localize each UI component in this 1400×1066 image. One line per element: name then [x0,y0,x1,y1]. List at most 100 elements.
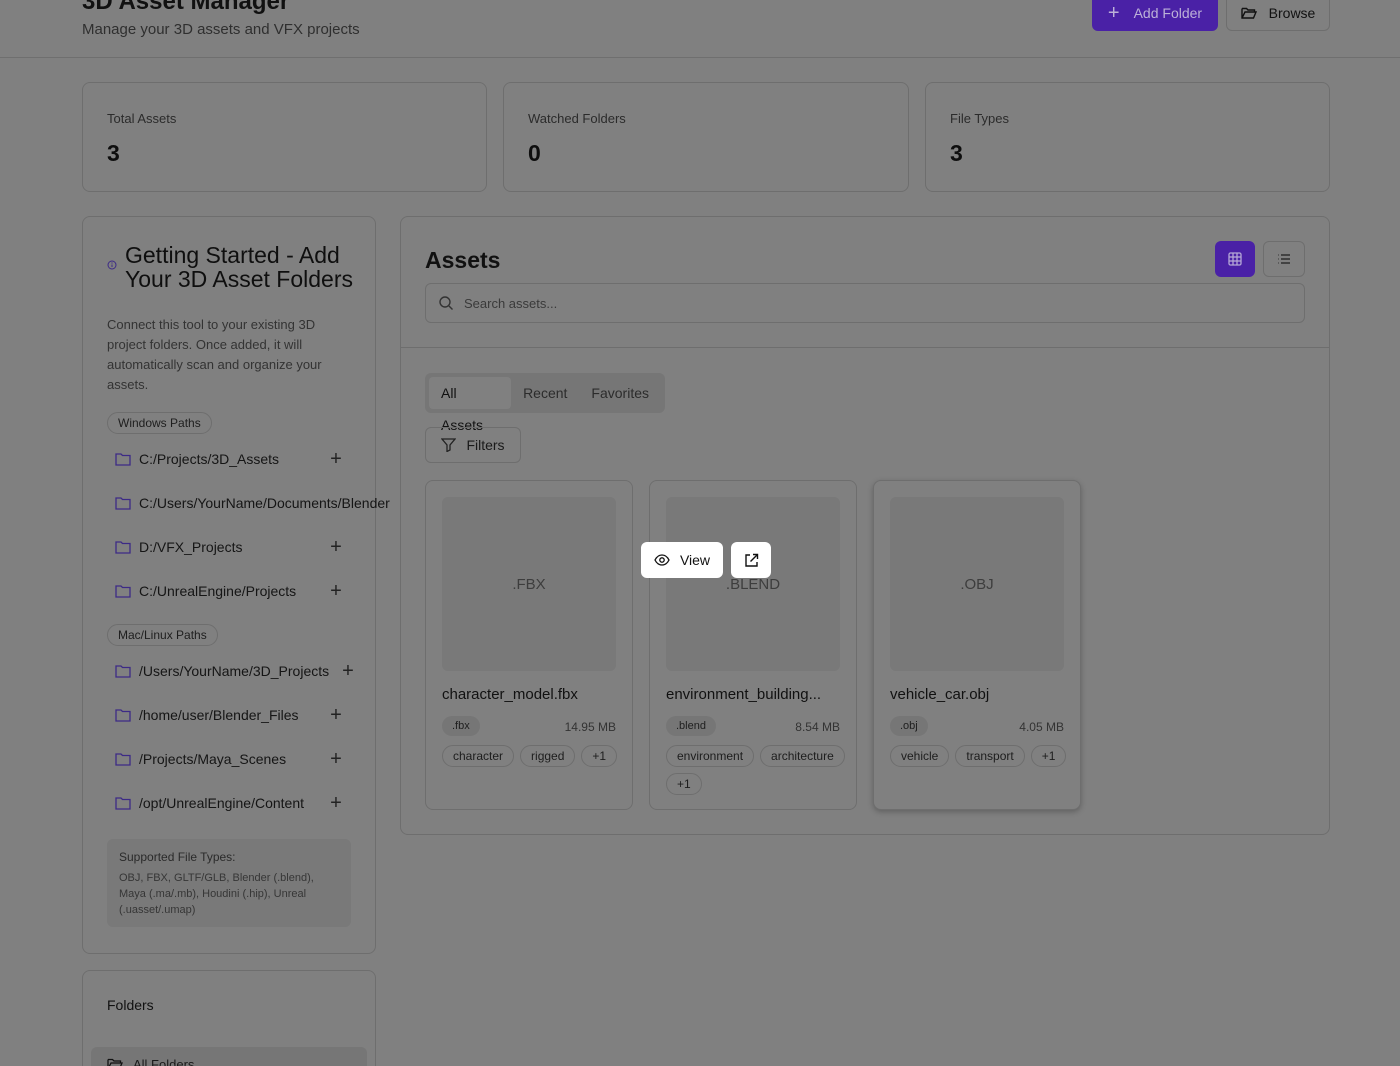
folders-title: Folders [107,997,154,1013]
stat-label: Watched Folders [528,111,626,126]
all-folders-item[interactable]: All Folders [91,1047,367,1066]
asset-tag[interactable]: character [442,745,515,767]
browse-button[interactable]: Browse [1226,0,1330,31]
path-suggestion[interactable]: C:/Users/YourName/Documents/Blender [115,491,390,515]
asset-tag[interactable]: architecture [760,745,845,767]
asset-extension: .blend [666,716,716,736]
eye-icon [654,554,670,566]
add-path-icon[interactable]: + [329,749,343,769]
path-suggestion[interactable]: C:/UnrealEngine/Projects [115,579,296,603]
add-path-icon[interactable]: + [329,449,343,469]
folder-open-icon [1240,7,1257,19]
folder-icon [115,797,131,810]
add-folder-button[interactable]: + Add Folder [1092,0,1218,31]
asset-tag[interactable]: environment [666,745,755,767]
path-suggestion[interactable]: /Users/YourName/3D_Projects [115,659,329,683]
folder-icon [115,709,131,722]
path-label: /opt/UnrealEngine/Content [139,795,304,811]
asset-card[interactable]: .OBJ vehicle_car.obj .obj 4.05 MB vehicl… [873,480,1081,810]
stat-value: 3 [107,140,120,166]
asset-tag-more[interactable]: +1 [666,773,702,795]
asset-extension: .fbx [442,716,480,736]
assets-title: Assets [425,247,501,273]
list-view-button[interactable] [1263,241,1305,277]
asset-tag-more[interactable]: +1 [1030,745,1067,767]
tab-all-assets[interactable]: All Assets [429,377,512,433]
getting-started-title: Getting Started - Add Your 3D Asset Fold… [125,242,353,292]
asset-thumbnail: .BLEND [666,497,840,671]
grid-view-button[interactable] [1215,241,1255,277]
asset-tag-more[interactable]: +1 [581,745,618,767]
tab-favorites[interactable]: Favorites [579,377,661,409]
grid-icon [1228,252,1242,266]
folder-icon [115,753,131,766]
stat-total-assets: Total Assets 3 [82,82,487,192]
add-path-icon[interactable]: + [329,793,343,813]
stat-label: File Types [950,111,1010,126]
asset-size: 8.54 MB [795,720,840,734]
stat-label: Total Assets [107,111,177,126]
filters-button[interactable]: Filters [425,427,521,463]
external-link-icon [744,553,758,567]
folder-icon [115,541,131,554]
path-label: C:/Users/YourName/Documents/Blender [139,495,390,511]
stat-value: 3 [950,140,963,166]
path-label: /home/user/Blender_Files [139,707,299,723]
add-path-icon[interactable]: + [341,661,355,681]
asset-tag[interactable]: transport [955,745,1025,767]
search-icon [439,296,453,310]
mac-linux-paths-badge: Mac/Linux Paths [107,624,218,646]
folder-icon [115,665,131,678]
getting-started-panel: Getting Started - Add Your 3D Asset Fold… [82,216,390,954]
info-icon [107,260,117,270]
browse-label: Browse [1268,4,1316,21]
path-label: D:/VFX_Projects [139,539,243,555]
path-suggestion[interactable]: D:/VFX_Projects [115,535,242,559]
path-suggestion[interactable]: /Projects/Maya_Scenes [115,747,286,771]
folder-open-icon [107,1058,123,1066]
folder-icon [115,585,131,598]
folder-icon [115,453,131,466]
asset-tags: character rigged +1 [442,745,622,767]
asset-thumbnail: .FBX [442,497,616,671]
divider [401,347,1329,348]
search-input[interactable] [464,295,1264,311]
asset-name: environment_building... [666,686,822,703]
stat-file-types: File Types 3 [925,82,1330,192]
path-suggestion[interactable]: C:/Projects/3D_Assets [115,447,279,471]
asset-thumbnail: .OBJ [890,497,1064,671]
tab-recent[interactable]: Recent [511,377,579,409]
asset-tag[interactable]: vehicle [890,745,950,767]
open-external-button[interactable] [731,542,771,578]
folder-icon [115,497,131,510]
all-folders-label: All Folders [133,1057,195,1066]
filters-label: Filters [466,437,505,453]
stat-value: 0 [528,140,541,166]
path-suggestion[interactable]: /home/user/Blender_Files [115,703,299,727]
asset-card[interactable]: .BLEND environment_building... .blend 8.… [649,480,857,810]
asset-tags: vehicle transport +1 [890,745,1070,767]
asset-card[interactable]: .FBX character_model.fbx .fbx 14.95 MB c… [425,480,633,810]
supported-file-types-text: OBJ, FBX, GLTF/GLB, Blender (.blend), Ma… [119,872,314,916]
supported-file-types: Supported File Types: OBJ, FBX, GLTF/GLB… [107,839,351,927]
add-path-icon[interactable]: + [329,581,343,601]
stat-watched-folders: Watched Folders 0 [503,82,909,192]
asset-tabs: All Assets Recent Favorites [425,373,665,433]
view-asset-button[interactable]: View [641,542,723,578]
asset-tags: environment architecture +1 [666,745,846,795]
asset-tag[interactable]: rigged [520,745,576,767]
folders-panel: Folders All Folders [82,970,376,1066]
view-label: View [679,552,711,568]
asset-name: vehicle_car.obj [890,686,990,703]
assets-panel: Assets All Assets Recent Favorites Filte… [400,216,1330,835]
plus-icon: + [1107,1,1120,24]
add-folder-label: Add Folder [1133,4,1203,21]
windows-paths-badge: Windows Paths [107,412,212,434]
path-label: C:/UnrealEngine/Projects [139,583,297,599]
app-title: 3D Asset Manager [82,0,290,15]
path-label: /Projects/Maya_Scenes [139,751,287,767]
asset-size: 14.95 MB [564,720,616,734]
add-path-icon[interactable]: + [329,537,343,557]
path-suggestion[interactable]: /opt/UnrealEngine/Content [115,791,304,815]
add-path-icon[interactable]: + [329,705,343,725]
